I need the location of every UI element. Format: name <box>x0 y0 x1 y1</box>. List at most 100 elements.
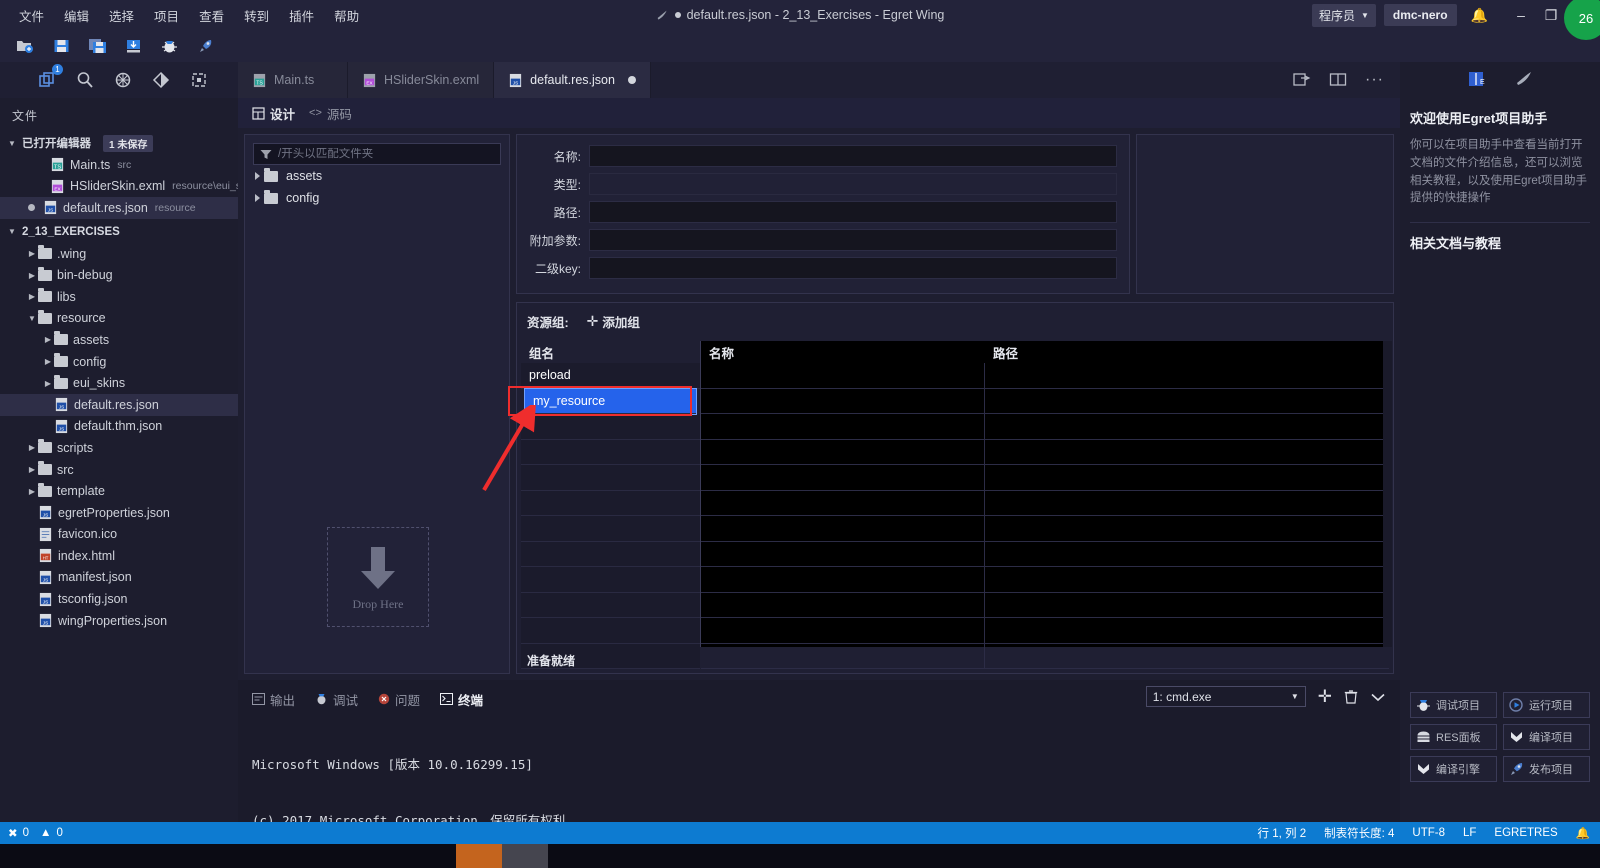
tree-item-libs[interactable]: ▶ libs <box>0 286 238 308</box>
tab-source[interactable]: <> 源码 <box>309 104 352 123</box>
tree-item-src[interactable]: ▶ src <box>0 459 238 481</box>
debug-project-button[interactable]: 调试项目 <box>1410 692 1497 718</box>
tree-item-eui-skins[interactable]: ▶ eui_skins <box>0 372 238 394</box>
compile-project-button[interactable]: 编译项目 <box>1503 724 1590 750</box>
debug-icon[interactable] <box>152 32 186 60</box>
tree-item-default-res-json[interactable]: JS default.res.json <box>0 393 238 416</box>
menu-item-view[interactable]: 查看 <box>190 2 233 29</box>
role-chip[interactable]: 程序员 ▼ <box>1311 3 1376 27</box>
resource-item-row[interactable] <box>701 643 1389 669</box>
kill-terminal-icon[interactable] <box>1344 689 1358 705</box>
form-input-name[interactable] <box>589 145 1117 167</box>
panel-tab-output[interactable]: 输出 <box>252 690 295 709</box>
resource-item-row[interactable] <box>701 465 1389 491</box>
menu-item-goto[interactable]: 转到 <box>235 2 278 29</box>
group-row[interactable] <box>521 592 700 618</box>
group-row[interactable]: preload <box>521 363 700 389</box>
run-project-button[interactable]: 运行项目 <box>1503 692 1590 718</box>
search-icon[interactable] <box>72 67 98 93</box>
tree-item-wingproperties-json[interactable]: JS wingProperties.json <box>0 610 238 632</box>
tree-item--wing[interactable]: ▶ .wing <box>0 243 238 265</box>
notification-icon[interactable]: 🔔 <box>1576 826 1590 840</box>
resource-item-row[interactable] <box>701 439 1389 465</box>
taskbar-item-1[interactable] <box>456 844 502 868</box>
add-terminal-icon[interactable]: ✛ <box>1318 687 1332 707</box>
tree-item-scripts[interactable]: ▶ scripts <box>0 437 238 459</box>
resource-item-row[interactable] <box>701 567 1389 593</box>
split-preview-icon[interactable] <box>1293 72 1311 88</box>
form-input-path[interactable] <box>589 201 1117 223</box>
menu-item-plugin[interactable]: 插件 <box>280 2 323 29</box>
user-chip[interactable]: dmc-nero <box>1383 4 1457 26</box>
resource-item-row[interactable] <box>701 516 1389 542</box>
resource-item-row[interactable] <box>701 541 1389 567</box>
taskbar-item-2[interactable] <box>502 844 548 868</box>
open-editor-default-res-json[interactable]: JS default.res.json resource <box>0 197 238 219</box>
open-editors-header[interactable]: ▼ 已打开编辑器 1 未保存 <box>0 132 238 154</box>
run-icon[interactable] <box>188 32 222 60</box>
group-row[interactable] <box>521 541 700 567</box>
drop-zone[interactable]: Drop Here <box>327 527 429 627</box>
tree-item-bin-debug[interactable]: ▶ bin-debug <box>0 264 238 286</box>
group-row[interactable] <box>521 618 700 644</box>
form-input-type[interactable] <box>589 173 1117 195</box>
save-all-icon[interactable] <box>80 32 114 60</box>
tree-item-favicon-ico[interactable]: favicon.ico <box>0 524 238 546</box>
tree-item-index-html[interactable]: HT index.html <box>0 545 238 567</box>
eol[interactable]: LF <box>1463 827 1476 839</box>
resource-tree-item-assets[interactable]: assets <box>245 165 509 187</box>
project-root-header[interactable]: ▼ 2_13_EXERCISES <box>0 221 238 243</box>
form-input-extra-params[interactable] <box>589 229 1117 251</box>
resource-filter-input[interactable] <box>278 148 494 160</box>
resource-item-row[interactable] <box>701 363 1389 389</box>
form-input-subkey[interactable] <box>589 257 1117 279</box>
new-folder-icon[interactable] <box>8 32 42 60</box>
more-actions-icon[interactable]: ··· <box>1365 71 1384 89</box>
cursor-position[interactable]: 行 1, 列 2 <box>1258 825 1307 841</box>
open-editor-hsliderskin-exml[interactable]: EX HSliderSkin.exml resource\eui_s... <box>0 176 238 198</box>
tab-main-ts[interactable]: TS Main.ts <box>238 62 348 98</box>
encoding[interactable]: UTF-8 <box>1412 827 1445 839</box>
resource-item-row[interactable] <box>701 592 1389 618</box>
menu-item-file[interactable]: 文件 <box>10 2 53 29</box>
extensions-icon[interactable] <box>110 67 136 93</box>
resource-item-row[interactable] <box>701 388 1389 414</box>
terminal-output[interactable]: Microsoft Windows [版本 10.0.16299.15] (c)… <box>252 718 1390 828</box>
resource-item-row[interactable] <box>701 490 1389 516</box>
tree-item-manifest-json[interactable]: JS manifest.json <box>0 567 238 589</box>
egret-helper-icon[interactable]: E <box>1466 69 1486 89</box>
tree-item-egretproperties-json[interactable]: JS egretProperties.json <box>0 502 238 524</box>
compile-engine-button[interactable]: 编译引擎 <box>1410 756 1497 782</box>
group-row[interactable] <box>521 567 700 593</box>
add-group-button[interactable]: ✛ 添加组 <box>587 312 640 331</box>
split-editor-icon[interactable] <box>1329 72 1347 88</box>
tab-design[interactable]: 设计 <box>252 104 295 123</box>
notification-bell-icon[interactable]: 🔔 <box>1471 7 1488 24</box>
status-bar-problems[interactable]: ✖ 0 ▲ 0 <box>0 826 63 840</box>
tree-item-config[interactable]: ▶ config <box>0 351 238 373</box>
resource-item-row[interactable] <box>701 618 1389 644</box>
save-icon[interactable] <box>44 32 78 60</box>
open-editor-main-ts[interactable]: TS Main.ts src <box>0 154 238 176</box>
tree-item-default-thm-json[interactable]: JS default.thm.json <box>0 416 238 438</box>
tree-item-resource[interactable]: ▼ resource <box>0 308 238 330</box>
resource-tree-item-config[interactable]: config <box>245 187 509 209</box>
group-row[interactable]: my_resource <box>524 387 697 415</box>
publish-project-button[interactable]: 发布项目 <box>1503 756 1590 782</box>
panel-tab-terminal[interactable]: 终端 <box>440 690 483 709</box>
tab-hsliderskin-exml[interactable]: EX HSliderSkin.exml <box>348 62 495 98</box>
resource-item-row[interactable] <box>701 414 1389 440</box>
explorer-icon[interactable]: 1 <box>34 64 63 93</box>
menu-item-select[interactable]: 选择 <box>100 2 143 29</box>
restore-button[interactable]: ❐ <box>1536 0 1566 30</box>
minimize-button[interactable]: – <box>1506 0 1536 30</box>
import-icon[interactable] <box>116 32 150 60</box>
panel-tab-debug[interactable]: 调试 <box>315 690 358 709</box>
source-control-icon[interactable] <box>148 67 174 93</box>
tree-item-tsconfig-json[interactable]: JS tsconfig.json <box>0 588 238 610</box>
tab-size[interactable]: 制表符长度: 4 <box>1324 825 1394 841</box>
group-row[interactable] <box>521 516 700 542</box>
tree-item-assets[interactable]: ▶ assets <box>0 329 238 351</box>
menu-item-help[interactable]: 帮助 <box>325 2 368 29</box>
resource-filter-box[interactable] <box>253 143 501 165</box>
